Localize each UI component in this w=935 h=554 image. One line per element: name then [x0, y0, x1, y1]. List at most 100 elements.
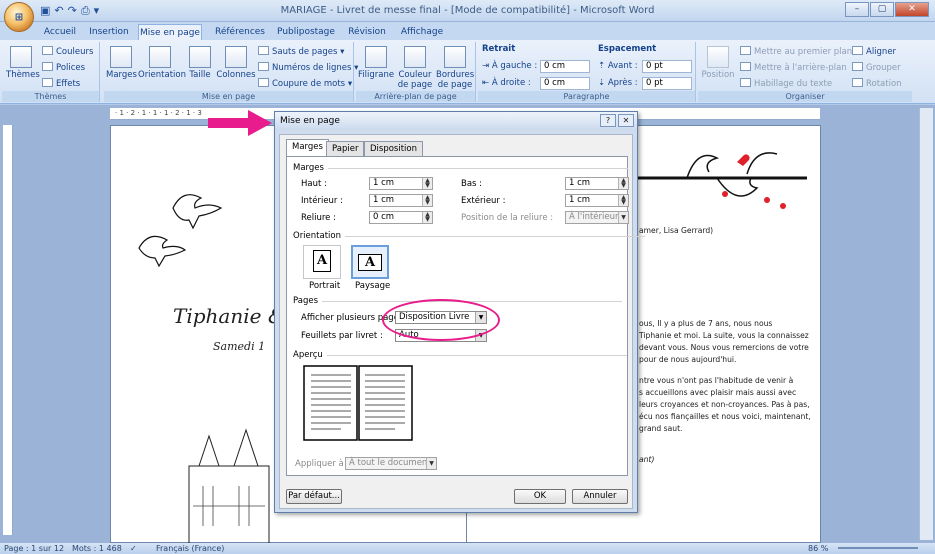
text-line: ntre vous n'ont pas l'habitude de venir …	[639, 376, 794, 385]
tab-disposition[interactable]: Disposition	[364, 141, 424, 156]
position-button[interactable]: Position	[700, 46, 736, 80]
premier-plan-button[interactable]: Mettre au premier plan	[740, 46, 852, 57]
appliquer-select[interactable]: À tout le document ▼	[345, 457, 437, 470]
tab-affichage[interactable]: Affichage	[398, 24, 446, 40]
spinner-icon[interactable]: ▲ ▼	[618, 178, 628, 189]
office-button[interactable]: ⊞	[4, 2, 34, 32]
portrait-label: Portrait	[309, 281, 341, 291]
language[interactable]: Français (France)	[156, 543, 224, 554]
apres-input[interactable]: 0 pt	[642, 77, 692, 90]
tab-marges[interactable]: Marges	[286, 139, 329, 157]
couleur-page-button[interactable]: Couleur de page	[396, 46, 434, 90]
heart-icon	[722, 191, 728, 197]
interieur-label: Intérieur :	[301, 196, 343, 206]
text-line: Tiphanie et moi. La suite, vous la conna…	[639, 331, 809, 340]
fonts-icon	[42, 62, 53, 71]
group-paragraphe: Retrait ⇥ À gauche : 0 cm ⇤ À droite : 0…	[478, 42, 696, 102]
space-after-icon: ⇣	[598, 78, 608, 88]
group-icon	[852, 62, 863, 71]
portrait-option[interactable]: A	[303, 245, 341, 279]
grouper-button[interactable]: Grouper	[852, 62, 901, 73]
coupure-button[interactable]: Coupure de mots ▾	[258, 78, 352, 89]
orientation-icon	[149, 46, 171, 68]
zoom-slider[interactable]	[838, 547, 918, 549]
par-defaut-button[interactable]: Par défaut...	[286, 489, 342, 504]
position-reliure-select[interactable]: À l'intérieur ▼	[565, 211, 629, 224]
title-bar: ▣ ↶ ↷ ⎙ ▾ MARIAGE - Livret de messe fina…	[0, 0, 935, 22]
arriere-plan-button[interactable]: Mettre à l'arrière-plan	[740, 62, 847, 73]
spinner-icon[interactable]: ▲ ▼	[422, 212, 432, 223]
margins-icon	[110, 46, 132, 68]
spinner-icon[interactable]: ▲ ▼	[618, 195, 628, 206]
ok-button[interactable]: OK	[514, 489, 566, 504]
page-count[interactable]: Page : 1 sur 12	[4, 543, 64, 554]
tab-references[interactable]: Références	[210, 24, 270, 40]
marges-button[interactable]: Marges	[106, 46, 137, 80]
aligner-button[interactable]: Aligner	[852, 46, 896, 57]
paysage-label: Paysage	[355, 281, 391, 291]
help-button[interactable]: ?	[600, 114, 616, 127]
numeros-button[interactable]: Numéros de lignes ▾	[258, 62, 358, 73]
close-button[interactable]: ✕	[895, 2, 929, 17]
window-controls: – ▢ ✕	[844, 2, 929, 17]
maximize-button[interactable]: ▢	[870, 2, 894, 17]
space-before-icon: ⇡	[598, 61, 608, 71]
filigrane-button[interactable]: Filigrane	[358, 46, 394, 80]
exterieur-input[interactable]: 1 cm ▲ ▼	[565, 194, 629, 207]
tab-revision[interactable]: Révision	[344, 24, 390, 40]
tab-accueil[interactable]: Accueil	[40, 24, 80, 40]
hyphenation-icon	[258, 78, 269, 87]
bas-input[interactable]: 1 cm ▲ ▼	[565, 177, 629, 190]
tab-insertion[interactable]: Insertion	[86, 24, 132, 40]
retrait-droite-input[interactable]: 0 cm	[540, 77, 590, 90]
retrait-gauche-input[interactable]: 0 cm	[540, 60, 590, 73]
group-themes: Thèmes Couleurs Polices Effets Thèmes	[2, 42, 100, 102]
word-count[interactable]: Mots : 1 468	[72, 543, 122, 554]
effets-button[interactable]: Effets	[42, 78, 80, 89]
spinner-icon[interactable]: ▲ ▼	[422, 195, 432, 206]
text-line: écu nos fiançailles et nous voici, maint…	[639, 412, 811, 421]
sauts-button[interactable]: Sauts de pages ▾	[258, 46, 344, 57]
taille-button[interactable]: Taille	[184, 46, 216, 80]
vertical-scrollbar[interactable]	[919, 108, 933, 540]
send-back-icon	[740, 62, 751, 71]
zoom-level[interactable]: 86 %	[808, 543, 828, 554]
page-borders-icon	[444, 46, 466, 68]
text-line: leurs croyances et non-croyances. Pas à …	[639, 400, 810, 409]
avant-input[interactable]: 0 pt	[642, 60, 692, 73]
text-line: pour de nous aujourd'hui.	[639, 355, 737, 364]
rotate-icon	[852, 78, 863, 87]
watermark-icon	[365, 46, 387, 68]
spinner-icon[interactable]: ▲ ▼	[422, 178, 432, 189]
spell-check-icon[interactable]: ✓	[130, 543, 137, 554]
dialog-close-button[interactable]: ✕	[618, 114, 634, 127]
rotation-button[interactable]: Rotation	[852, 78, 902, 89]
couleurs-button[interactable]: Couleurs	[42, 46, 93, 57]
section-apercu: Aperçu	[293, 350, 625, 360]
annotation-arrow	[208, 110, 272, 136]
orientation-button[interactable]: Orientation	[138, 46, 186, 80]
themes-button[interactable]: Thèmes	[6, 46, 40, 80]
interieur-input[interactable]: 1 cm ▲ ▼	[369, 194, 433, 207]
haut-input[interactable]: 1 cm ▲ ▼	[369, 177, 433, 190]
text-line: devant vous. Nous vous remercions de vot…	[639, 343, 809, 352]
habillage-button[interactable]: Habillage du texte	[740, 78, 832, 89]
indent-left-icon: ⇥	[482, 61, 492, 71]
bordures-page-button[interactable]: Bordures de page	[436, 46, 474, 90]
minimize-button[interactable]: –	[845, 2, 869, 17]
vertical-ruler[interactable]	[3, 125, 13, 535]
dialog-title: Mise en page	[275, 112, 637, 130]
tab-mise-en-page[interactable]: Mise en page	[138, 24, 202, 40]
paysage-option[interactable]: A	[351, 245, 389, 279]
annuler-button[interactable]: Annuler	[572, 489, 628, 504]
tab-publipostage[interactable]: Publipostage	[276, 24, 336, 40]
polices-button[interactable]: Polices	[42, 62, 85, 73]
text-line: ous, Il y a plus de 7 ans, nous nous	[639, 319, 773, 328]
haut-label: Haut :	[301, 179, 327, 189]
reliure-input[interactable]: 0 cm ▲ ▼	[369, 211, 433, 224]
tab-papier[interactable]: Papier	[326, 141, 365, 156]
themes-icon	[10, 46, 32, 68]
colonnes-button[interactable]: Colonnes	[216, 46, 256, 80]
text-wrap-icon	[740, 78, 751, 87]
size-icon	[189, 46, 211, 68]
